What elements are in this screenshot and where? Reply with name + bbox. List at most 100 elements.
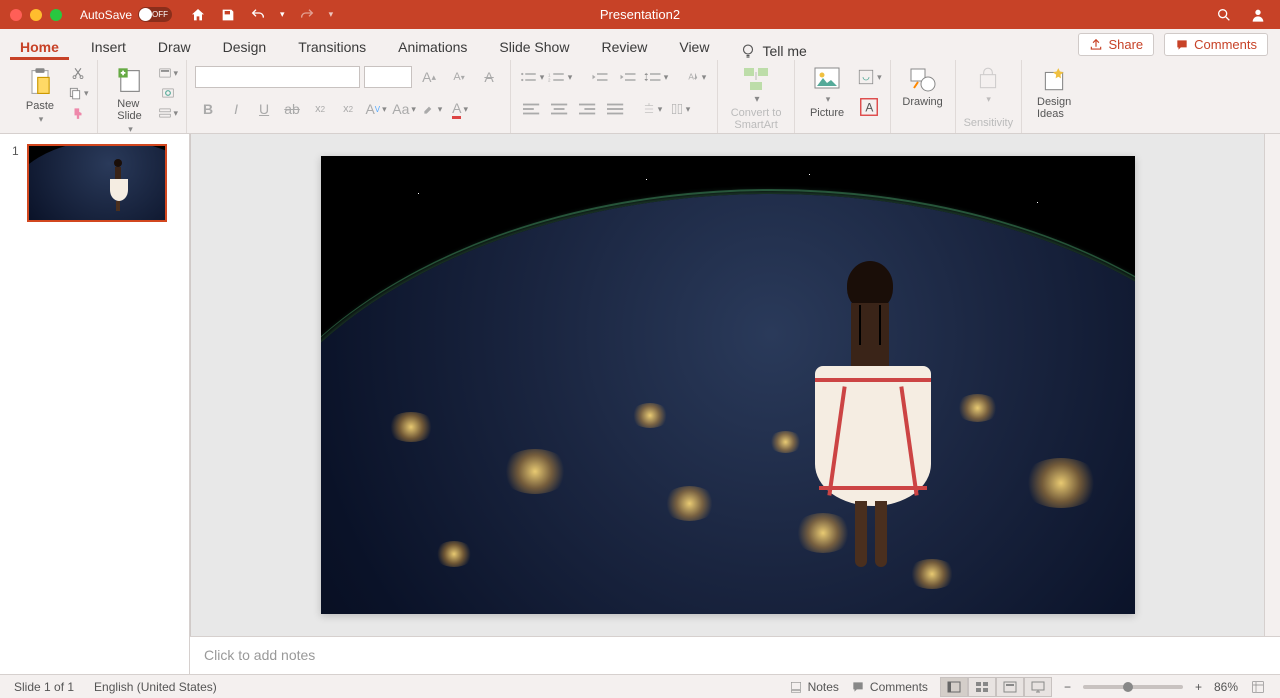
search-icon[interactable] [1216,7,1232,23]
change-case-button[interactable]: Aa▾ [391,96,417,122]
increase-font-icon[interactable]: A▴ [416,64,442,90]
subscript-button[interactable]: x2 [335,96,361,122]
thumbnail-preview[interactable] [27,144,167,222]
picture-reset-icon[interactable] [857,68,875,86]
account-icon[interactable] [1250,7,1266,23]
save-icon[interactable] [220,7,236,23]
share-button[interactable]: Share [1078,33,1154,56]
zoom-slider[interactable] [1083,685,1183,689]
notes-toggle[interactable]: Notes [789,680,839,694]
qat-customize-icon[interactable]: ▾ [329,9,334,20]
group-slides: New Slide ▾ ▾ ▾ [98,60,188,133]
slide-image-person[interactable] [817,261,923,581]
tell-me-search[interactable]: Tell me [739,42,806,60]
tab-insert[interactable]: Insert [81,33,136,60]
notes-pane[interactable]: Click to add notes [190,636,1280,674]
design-ideas-label: Design Ideas [1037,96,1071,120]
svg-text:A: A [866,101,874,115]
tab-review[interactable]: Review [591,33,657,60]
font-name-input[interactable] [195,66,360,88]
convert-smartart-button[interactable]: ▾ [726,64,786,107]
tab-draw[interactable]: Draw [148,33,201,60]
new-slide-label: New Slide [117,98,141,122]
smartart-label: Convert to SmartArt [726,107,786,131]
home-icon[interactable] [190,7,206,23]
notes-label: Notes [808,680,839,694]
tab-slideshow[interactable]: Slide Show [489,33,579,60]
thumbnail-item[interactable]: 1 [12,144,177,222]
align-right-button[interactable] [575,96,601,122]
paste-button[interactable]: Paste ▾ [16,64,64,127]
numbering-button[interactable]: 12▾ [547,64,573,90]
slide[interactable] [321,156,1135,614]
align-center-button[interactable] [547,96,573,122]
align-left-button[interactable] [519,96,545,122]
align-text-button[interactable]: ▾ [639,96,665,122]
picture-button[interactable]: ▾ Picture [803,64,851,121]
paste-label: Paste [26,100,54,112]
text-effects-button[interactable]: AV▾ [363,96,389,122]
layout-icon[interactable] [158,66,172,80]
zoom-in-button[interactable]: + [1195,680,1202,694]
fit-to-window-button[interactable] [1250,679,1266,695]
picture-text-icon[interactable]: A [858,96,880,118]
chevron-down-icon: ▾ [39,114,44,125]
comments-button[interactable]: Comments [1164,33,1268,56]
comments-status-label: Comments [870,680,928,694]
increase-indent-button[interactable] [615,64,641,90]
justify-button[interactable] [603,96,629,122]
tab-transitions[interactable]: Transitions [288,33,376,60]
font-size-input[interactable] [364,66,412,88]
slideshow-view-button[interactable] [1024,677,1052,697]
bold-button[interactable]: B [195,96,221,122]
normal-view-button[interactable] [940,677,968,697]
decrease-indent-button[interactable] [587,64,613,90]
maximize-window-button[interactable] [50,9,62,21]
superscript-button[interactable]: x2 [307,96,333,122]
cut-icon[interactable] [71,66,85,80]
columns-button[interactable]: ▾ [667,96,693,122]
sensitivity-button[interactable]: ▾ [964,64,1012,107]
reset-icon[interactable] [161,86,175,100]
copy-icon[interactable] [68,86,82,100]
group-sensitivity: ▾ Sensitivity [956,60,1023,133]
title-bar: AutoSave OFF ▾ ▾ Presentation2 [0,0,1280,29]
minimize-window-button[interactable] [30,9,42,21]
vertical-scrollbar[interactable] [1264,134,1280,636]
zoom-out-button[interactable]: − [1064,680,1071,694]
reading-view-button[interactable] [996,677,1024,697]
redo-icon[interactable] [299,7,315,23]
slide-canvas[interactable] [190,134,1264,636]
italic-button[interactable]: I [223,96,249,122]
bullets-button[interactable]: ▾ [519,64,545,90]
tab-animations[interactable]: Animations [388,33,477,60]
new-slide-button[interactable]: New Slide ▾ [106,64,154,137]
drawing-button[interactable]: Drawing [899,64,947,110]
clear-formatting-icon[interactable]: A [476,64,502,90]
comments-toggle[interactable]: Comments [851,680,928,694]
highlight-button[interactable]: ▾ [419,96,445,122]
tab-view[interactable]: View [669,33,719,60]
zoom-percentage[interactable]: 86% [1214,680,1238,694]
undo-icon[interactable] [250,7,266,23]
language-status[interactable]: English (United States) [94,680,217,694]
section-icon[interactable] [158,106,172,120]
autosave-control[interactable]: AutoSave OFF [80,7,172,22]
tab-design[interactable]: Design [213,33,277,60]
sorter-view-button[interactable] [968,677,996,697]
underline-button[interactable]: U [251,96,277,122]
slide-counter[interactable]: Slide 1 of 1 [14,680,74,694]
autosave-toggle[interactable]: OFF [138,7,172,22]
format-painter-icon[interactable] [71,106,85,120]
close-window-button[interactable] [10,9,22,21]
decrease-font-icon[interactable]: A▾ [446,64,472,90]
design-ideas-button[interactable]: Design Ideas [1030,64,1078,122]
tab-home[interactable]: Home [10,33,69,60]
text-direction-button[interactable]: A▾ [683,64,709,90]
font-color-button[interactable]: A▾ [447,96,473,122]
paste-icon [26,66,54,98]
lightbulb-icon [739,42,757,60]
strikethrough-button[interactable]: ab [279,96,305,122]
undo-more-icon[interactable]: ▾ [280,9,285,20]
line-spacing-button[interactable]: ▾ [643,64,669,90]
